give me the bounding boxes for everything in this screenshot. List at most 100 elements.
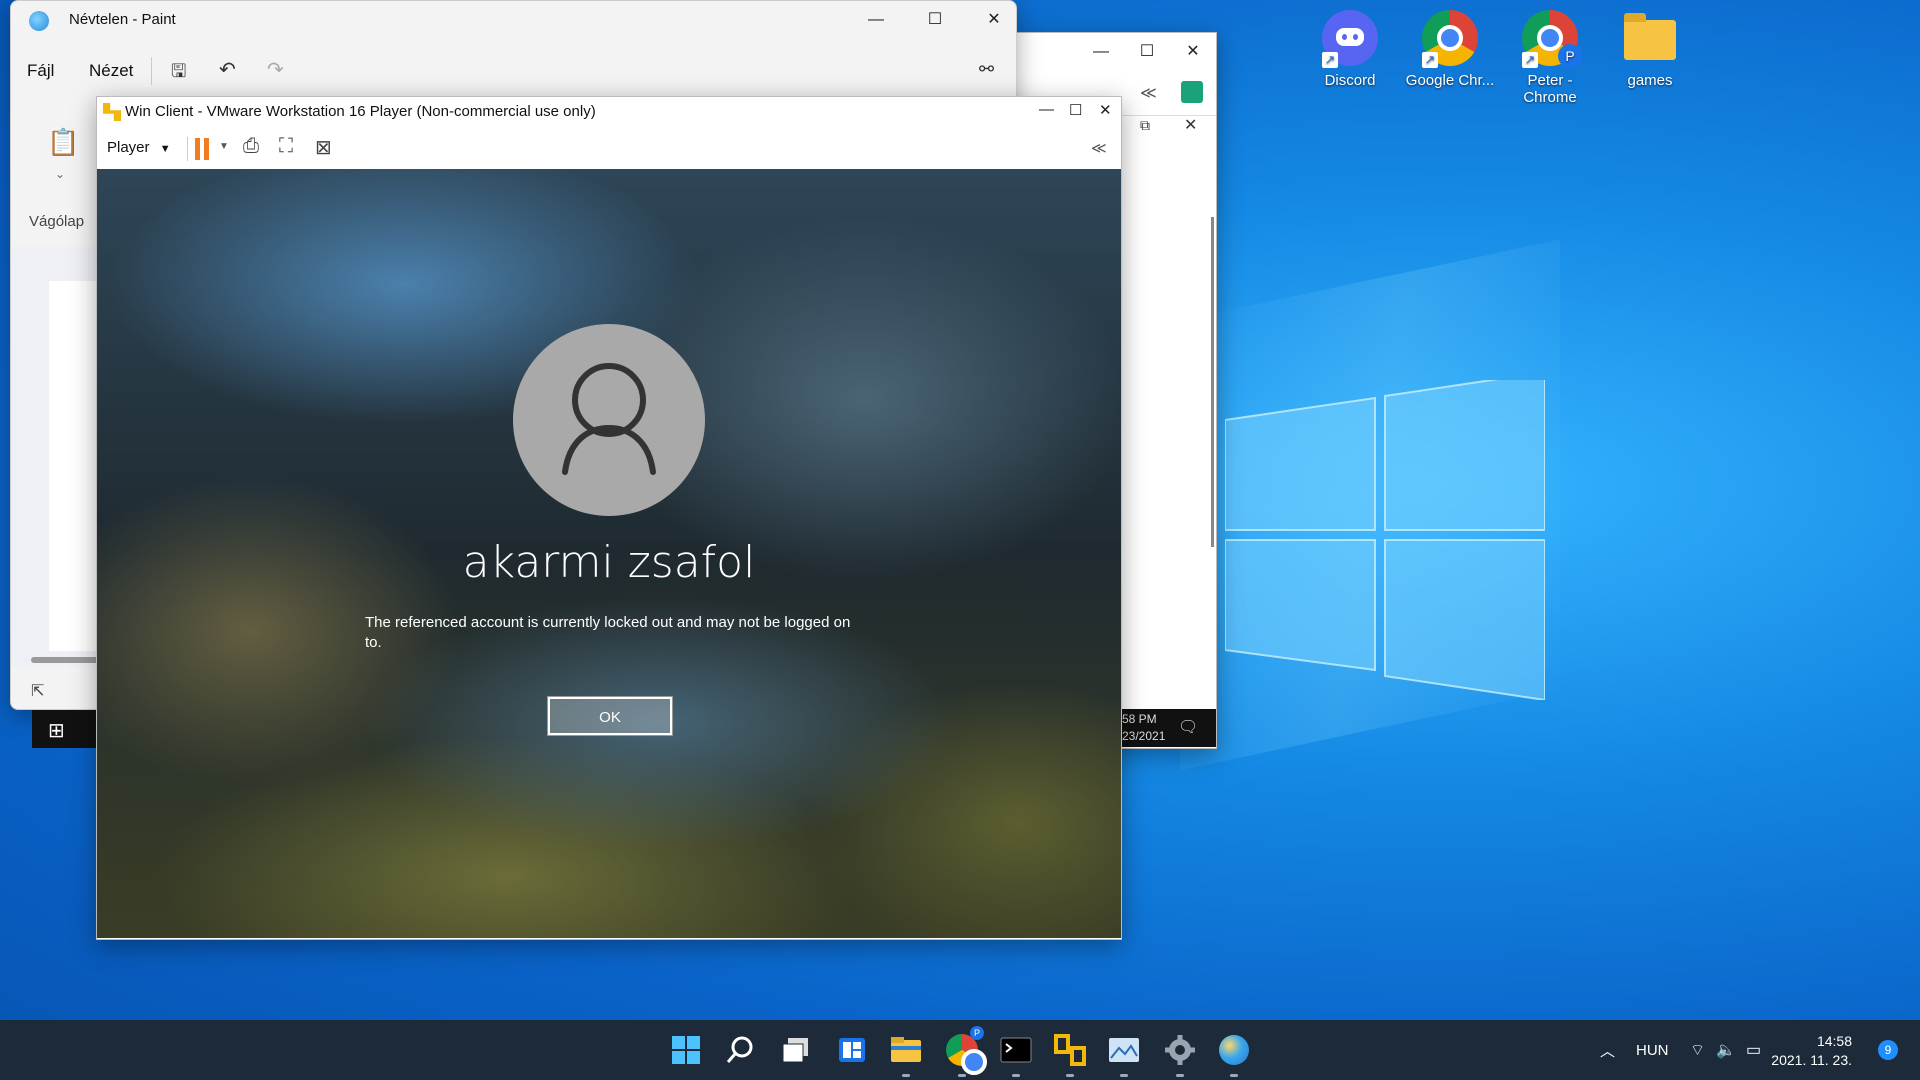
chevron-up-icon[interactable]: ︿ [1600,1020,1615,1080]
share-icon[interactable]: ⚯ [979,59,994,80]
desktop-icon-google-chrome[interactable]: ↗ Google Chr... [1402,8,1498,89]
close-icon[interactable]: ✕ [971,1,1016,39]
desktop-icon-label: Discord [1324,72,1376,89]
running-indicator [1230,1074,1238,1077]
paint-icon [1219,1035,1249,1065]
folder-icon [1624,13,1676,60]
widgets-icon [839,1038,865,1062]
paint-menubar: Fájl Nézet 🖫 ↶ ↷ ⚯ [11,47,1016,95]
user-avatar [513,324,705,516]
pause-icon[interactable] [195,138,211,160]
file-explorer-button[interactable] [888,1032,924,1077]
windows-wallpaper-logo [1225,380,1545,700]
chrome-taskbar-button[interactable]: P [944,1026,987,1077]
task-view-icon [782,1038,808,1063]
save-icon[interactable]: 🖫 [171,59,186,89]
windows-start-icon[interactable]: ⊞ [48,718,65,743]
widgets-button[interactable] [834,1032,870,1068]
desktop-icon-label: Google Chr... [1405,72,1495,89]
shortcut-arrow-icon: ↗ [1522,52,1538,68]
ok-button[interactable]: OK [547,696,673,736]
file-explorer-icon [891,1037,921,1062]
battery-icon[interactable]: ▭ [1746,1020,1761,1080]
settings-button[interactable] [1162,1032,1198,1077]
gear-icon [1165,1035,1195,1065]
login-error-message: The referenced account is currently lock… [365,614,851,651]
clipboard-label: Vágólap [29,213,85,230]
window-title: Névtelen - Paint [69,11,176,28]
vmware-taskbar-button[interactable] [1052,1032,1088,1077]
full-screen-icon[interactable]: ⛶ [279,135,293,158]
desktop-icon-label: Peter - Chrome [1523,72,1577,106]
maximize-icon[interactable]: ☐ [1124,33,1170,71]
scrollbar[interactable] [1211,217,1214,547]
window-title: Win Client - VMware Workstation 16 Playe… [125,103,596,120]
paint-app-icon [29,11,49,31]
close-icon[interactable]: ✕ [1184,115,1197,135]
caret-down-icon[interactable]: ▼ [219,141,229,152]
taskbar-clock[interactable]: 14:58 2021. 11. 23. [1771,1032,1852,1070]
player-menu-button[interactable]: Player ▼ [107,139,171,156]
photos-icon [1109,1038,1139,1062]
vm-guest-screen[interactable]: akarmi zsafol The referenced account is … [97,169,1121,938]
clock-time: 14:58 [1816,1033,1852,1049]
paint-taskbar-button[interactable] [1216,1032,1252,1077]
chevron-down-icon[interactable]: ⌄ [55,167,65,181]
divider [151,57,152,85]
login-username: akarmi zsafol [462,537,756,588]
notification-badge[interactable]: 9 [1878,1040,1898,1060]
remote-clock-date: 23/2021 [1122,729,1166,743]
close-icon[interactable]: ✕ [1099,101,1112,119]
bgwin-titlebar: — ☐ ✕ [1016,33,1216,71]
pointer-icon: ⇱ [31,683,45,700]
vmware-icon [1054,1034,1086,1066]
running-indicator [902,1074,910,1077]
player-menu-label: Player [107,139,150,156]
running-indicator [1176,1074,1184,1077]
remote-clock-time: 58 PM [1122,712,1157,726]
desktop-icon-games-folder[interactable]: games [1602,8,1698,89]
windows-start-icon [672,1036,700,1064]
wifi-icon[interactable]: ⌔ [1690,1020,1705,1080]
menu-view[interactable]: Nézet [89,61,133,81]
send-ctrl-alt-del-icon[interactable]: ⎙ [243,135,259,158]
maximize-icon[interactable]: ☐ [1069,101,1082,119]
desktop-icon-discord[interactable]: ↗ Discord [1302,8,1398,89]
redo-icon[interactable]: ↷ [267,57,284,82]
maximize-icon[interactable]: ☐ [912,1,958,39]
terminal-icon [1000,1037,1032,1063]
collapse-icon[interactable]: ≪ [1091,139,1107,157]
collapse-icon[interactable]: ≪ [1140,83,1157,103]
clipboard-icon[interactable]: 📋 [47,127,79,158]
task-view-button[interactable] [778,1032,814,1068]
photos-button[interactable] [1106,1032,1142,1077]
running-indicator [1120,1074,1128,1077]
restore-icon[interactable]: ⧉ [1140,117,1150,134]
minimize-icon[interactable]: — [1078,33,1124,71]
start-button[interactable] [668,1032,704,1068]
desktop-icon-label: games [1627,72,1673,89]
terminal-button[interactable] [998,1032,1034,1077]
minimize-icon[interactable]: — [1039,101,1054,118]
unity-icon[interactable]: ⊠ [315,135,332,160]
running-indicator [1012,1074,1020,1077]
vmware-player-window[interactable]: Win Client - VMware Workstation 16 Playe… [96,96,1122,940]
vmware-app-icon [103,103,121,121]
volume-icon[interactable]: 🔈 [1716,1020,1736,1080]
sticky-notes-icon[interactable] [1181,81,1203,103]
running-indicator [958,1074,966,1077]
remote-start-strip: ⊞ [32,710,96,748]
profile-badge-icon: P [1558,44,1582,68]
taskbar: P ︿ HUN ⌔ 🔈 ▭ 14:58 2021. 11. 23. 9 [0,1020,1920,1080]
close-icon[interactable]: ✕ [1170,33,1216,71]
vmware-toolbar: Player ▼ ▼ ⎙ ⛶ ⊠ ≪ [97,129,1121,170]
desktop-icon-peter-chrome[interactable]: P ↗ Peter - Chrome [1502,8,1598,106]
action-center-icon[interactable]: 🗨 [1178,717,1198,737]
search-button[interactable] [722,1032,758,1068]
caret-down-icon: ▼ [159,143,171,155]
minimize-icon[interactable]: — [853,1,899,39]
menu-file[interactable]: Fájl [27,61,54,81]
undo-icon[interactable]: ↶ [219,57,236,82]
search-icon [726,1036,753,1063]
input-language-indicator[interactable]: HUN [1636,1020,1669,1080]
